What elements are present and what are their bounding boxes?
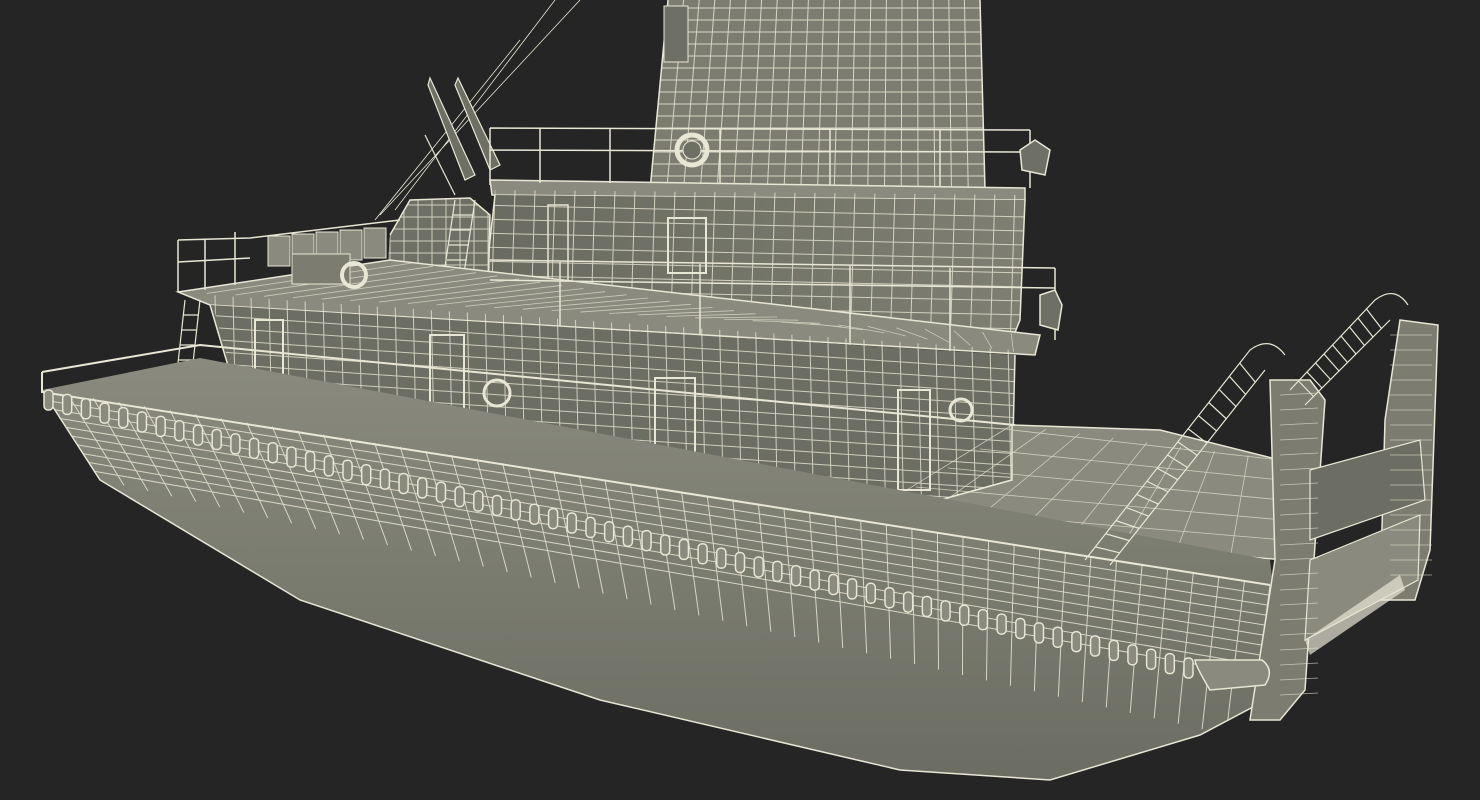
funnel [649, 0, 986, 191]
stern-frame [1249, 319, 1439, 721]
funnel-side-box [663, 5, 689, 63]
wireframe-viewport [41, 0, 1439, 781]
